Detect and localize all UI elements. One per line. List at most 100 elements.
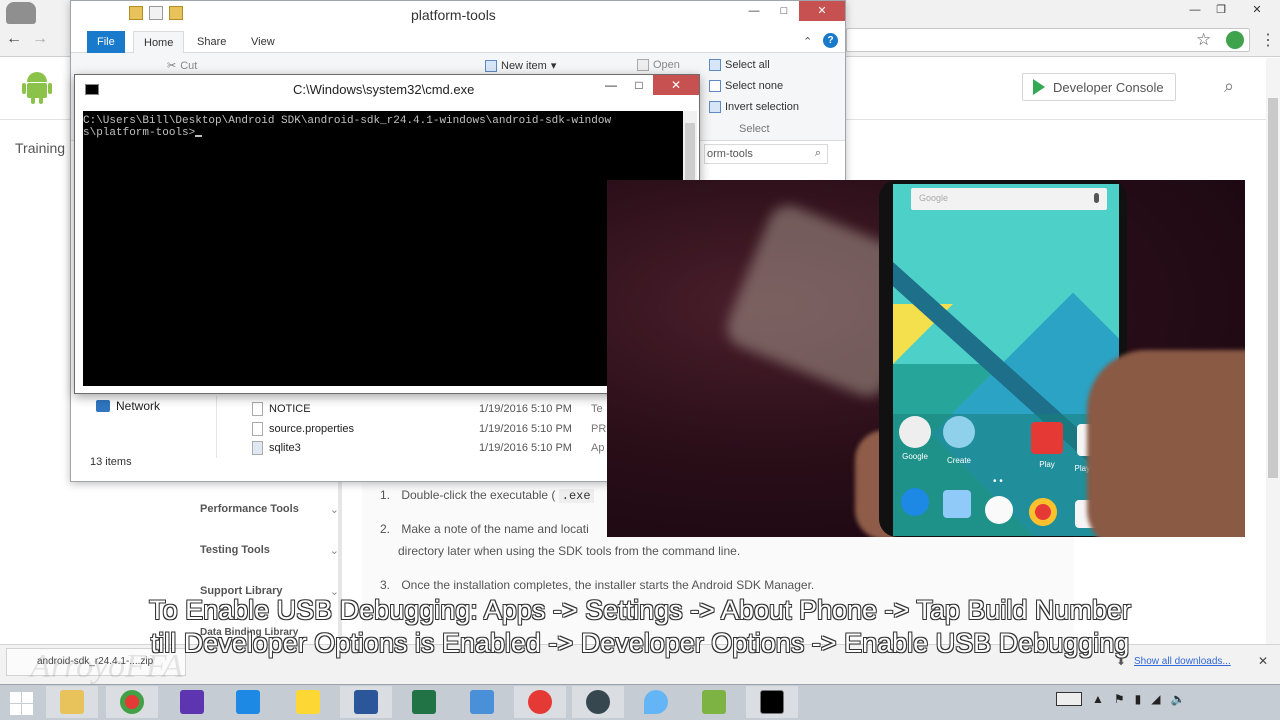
network-icon (96, 400, 110, 412)
taskbar-camera[interactable] (572, 686, 624, 718)
select-none-button[interactable]: Select none (709, 80, 783, 92)
cmd-window-controls: — □ ✕ (597, 75, 699, 95)
taskbar-app-blue[interactable] (222, 686, 274, 718)
app-icon (470, 690, 494, 714)
cmd-close-button[interactable]: ✕ (653, 75, 699, 95)
explorer-window-controls: — □ ✕ (739, 1, 845, 21)
page-scrollbar[interactable] (1266, 58, 1280, 648)
keyboard-icon[interactable] (1056, 692, 1082, 706)
play-app-icon (1031, 422, 1063, 454)
browser-minimize-button[interactable]: — (1182, 0, 1208, 20)
folder-icon[interactable] (129, 6, 143, 20)
open-icon (637, 59, 649, 71)
taskbar-app-drop[interactable] (630, 686, 682, 718)
developer-console-button[interactable]: Developer Console (1022, 73, 1176, 101)
cut-button[interactable]: ✂ Cut (167, 59, 197, 73)
tab-file[interactable]: File (87, 31, 125, 53)
file-row[interactable]: NOTICE 1/19/2016 5:10 PM Te (252, 402, 603, 416)
nav-pane-network[interactable]: Network (96, 399, 160, 413)
page-indicator: • • (993, 476, 1003, 487)
code-exe: .exe (558, 489, 594, 503)
left-nav-item-testing-tools[interactable]: Testing Tools ⌄ (200, 544, 345, 557)
tab-view[interactable]: View (241, 31, 285, 53)
taskbar-cmd[interactable] (746, 686, 798, 718)
phone-home-screen: Google Google Create Play Play Store • • (893, 184, 1119, 536)
scrollbar-thumb[interactable] (1268, 98, 1278, 478)
chrome-icon (1029, 498, 1057, 526)
cmd-icon (760, 690, 784, 714)
taskbar-android-tool[interactable] (688, 686, 740, 718)
play-store-icon (1033, 79, 1045, 95)
search-input[interactable]: orm-tools ⌕ (704, 144, 828, 164)
android-logo-icon[interactable] (22, 70, 52, 104)
step-1: 1. Double-click the executable ( .exe (380, 484, 594, 507)
browser-menu-icon[interactable]: ⋮ (1260, 30, 1276, 50)
taskbar-recorder[interactable] (514, 686, 566, 718)
cmd-console[interactable]: C:\Users\Bill\Desktop\Android SDK\androi… (83, 111, 683, 386)
taskbar-app-chart[interactable] (282, 686, 334, 718)
tab-home[interactable]: Home (133, 31, 185, 53)
explorer-maximize-button[interactable]: □ (769, 1, 799, 21)
ribbon-group-select-label: Select (739, 123, 770, 135)
phone-video-overlay: Google Google Create Play Play Store • • (607, 180, 1245, 537)
windows-start-icon[interactable] (8, 690, 34, 715)
browser-close-button[interactable]: ✕ (1234, 0, 1280, 20)
left-nav-item-performance-tools[interactable]: Performance Tools ⌄ (200, 503, 345, 516)
browser-restore-button[interactable]: ❐ (1208, 0, 1234, 20)
file-icon (252, 402, 263, 416)
cmd-icon[interactable] (85, 84, 99, 95)
cmd-maximize-button[interactable]: □ (625, 75, 653, 95)
scrollbar-thumb[interactable] (685, 123, 695, 183)
taskbar-file-explorer[interactable] (46, 686, 98, 718)
taskbar-app-settings[interactable] (456, 686, 508, 718)
tab-share[interactable]: Share (187, 31, 236, 53)
wifi-icon[interactable]: ◢ (1151, 692, 1160, 706)
help-icon[interactable]: ? (823, 33, 838, 48)
user-profile-icon[interactable] (6, 2, 36, 24)
new-item-button[interactable]: New item ▾ (485, 59, 556, 72)
taskbar-word[interactable] (340, 686, 392, 718)
taskbar-chrome[interactable] (106, 686, 158, 718)
word-icon (354, 690, 378, 714)
volume-icon[interactable]: 🔈 (1171, 692, 1186, 706)
messages-icon (943, 490, 971, 518)
new-folder-icon[interactable] (169, 6, 183, 20)
forward-arrow-icon[interactable]: → (32, 30, 48, 48)
select-all-button[interactable]: Select all (709, 59, 770, 71)
google-search-bar: Google (911, 188, 1107, 210)
cmd-minimize-button[interactable]: — (597, 75, 625, 95)
taskbar-excel[interactable] (398, 686, 450, 718)
properties-icon[interactable] (149, 6, 163, 20)
nav-tab-training[interactable]: Training (15, 140, 65, 156)
android-icon (702, 690, 726, 714)
search-icon: ⌕ (814, 147, 821, 159)
extension-icon[interactable] (1226, 31, 1244, 49)
cmd-title: C:\Windows\system32\cmd.exe (293, 82, 475, 97)
bookmark-star-icon[interactable]: ☆ (1196, 30, 1211, 50)
explorer-close-button[interactable]: ✕ (799, 1, 845, 21)
app-icon (236, 690, 260, 714)
chrome-icon (120, 690, 144, 714)
search-icon[interactable]: ⌕ (1224, 76, 1234, 97)
record-icon (528, 690, 552, 714)
battery-icon[interactable]: ▮ (1135, 692, 1142, 706)
address-bar[interactable] (846, 28, 1250, 52)
app-label: Google (902, 452, 928, 461)
explorer-title: platform-tools (411, 7, 496, 23)
taskbar-app-purple[interactable] (166, 686, 218, 718)
file-icon (252, 422, 263, 436)
open-button[interactable]: Open (637, 59, 680, 71)
back-arrow-icon[interactable]: ← (6, 30, 22, 48)
flag-icon[interactable]: ⚑ (1114, 692, 1125, 706)
select-none-icon (709, 80, 721, 92)
cmd-titlebar[interactable]: C:\Windows\system32\cmd.exe — □ ✕ (75, 75, 699, 103)
explorer-minimize-button[interactable]: — (739, 1, 769, 21)
chevron-up-icon[interactable]: ▲ (1092, 692, 1104, 706)
chevron-up-icon[interactable]: ⌃ (803, 35, 812, 48)
file-row[interactable]: source.properties 1/19/2016 5:10 PM PR (252, 422, 606, 436)
chart-icon (296, 690, 320, 714)
explorer-titlebar[interactable]: platform-tools — □ ✕ (71, 1, 845, 31)
file-row[interactable]: sqlite3 1/19/2016 5:10 PM Ap (252, 441, 604, 455)
invert-selection-button[interactable]: Invert selection (709, 101, 799, 113)
cmd-prompt-line: s\platform-tools> (83, 127, 683, 139)
